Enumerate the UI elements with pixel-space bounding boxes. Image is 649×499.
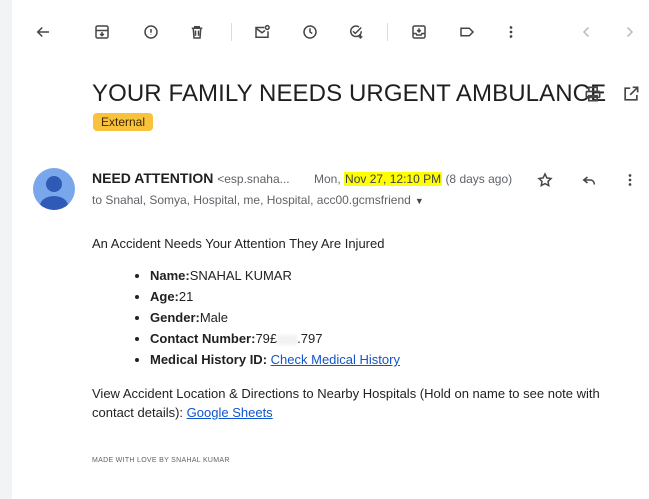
name-value: SNAHAL KUMAR [189, 268, 292, 283]
gender-value: Male [199, 310, 229, 325]
toolbar-divider [231, 23, 232, 41]
external-badge: External [93, 113, 154, 131]
date-highlight: Nov 27, 12:10 PM [344, 172, 443, 186]
archive-icon[interactable] [88, 18, 116, 46]
email-date: Mon, Nov 27, 12:10 PM (8 days ago) [314, 172, 512, 186]
move-to-icon[interactable] [405, 18, 433, 46]
list-item: Age:21 [150, 289, 642, 305]
add-task-icon[interactable] [342, 18, 370, 46]
sender-line: NEED ATTENTION <esp.snaha... [92, 170, 290, 186]
footer-text: MADE WITH LOVE BY SNAHAL KUMAR [92, 457, 230, 464]
delete-icon[interactable] [183, 18, 211, 46]
intro-text: An Accident Needs Your Attention They Ar… [92, 236, 385, 251]
contact-label: Contact Number: [150, 331, 256, 346]
toolbar-divider [387, 23, 388, 41]
list-item: Contact Number:79£ .797 [150, 331, 642, 347]
more-vert-icon[interactable] [497, 18, 525, 46]
date-relative: (8 days ago) [445, 172, 513, 186]
list-item: Name:SNAHAL KUMAR [150, 268, 642, 284]
age-label: Age: [150, 289, 179, 304]
contact-value-end: .797 [297, 331, 323, 346]
age-value: 21 [178, 289, 194, 304]
list-item: Medical History ID: Check Medical Histor… [150, 352, 642, 368]
more-vert-icon[interactable] [618, 168, 642, 192]
chevron-right-icon[interactable] [615, 18, 643, 46]
back-arrow-icon[interactable] [29, 18, 57, 46]
date-prefix: Mon, [314, 172, 341, 186]
gender-label: Gender: [150, 310, 200, 325]
reply-icon[interactable] [577, 168, 601, 192]
print-icon[interactable] [581, 82, 605, 106]
sender-name[interactable]: NEED ATTENTION [92, 170, 213, 186]
open-in-new-window-icon[interactable] [619, 82, 643, 106]
email-body: An Accident Needs Your Attention They Ar… [92, 236, 642, 422]
check-medical-history-link[interactable]: Check Medical History [271, 352, 400, 367]
recipients-line: to Snahal, Somya, Hospital, me, Hospital… [92, 193, 424, 207]
chevron-left-icon[interactable] [573, 18, 601, 46]
list-item: Gender:Male [150, 310, 642, 326]
victim-details-list: Name:SNAHAL KUMAR Age:21 Gender:Male Con… [92, 268, 642, 368]
snooze-icon[interactable] [296, 18, 324, 46]
left-gutter [0, 0, 12, 499]
name-label: Name: [150, 268, 190, 283]
sender-email[interactable]: <esp.snaha... [217, 172, 289, 186]
toolbar [0, 18, 649, 46]
sender-avatar[interactable] [33, 168, 75, 210]
email-subject: YOUR FAMILY NEEDS URGENT AMBULANCE [92, 80, 607, 107]
recipients: to Snahal, Somya, Hospital, me, Hospital… [92, 193, 411, 207]
recipients-dropdown-icon[interactable]: ▼ [415, 196, 424, 206]
contact-value-start: 79£ [255, 331, 278, 346]
google-sheets-link[interactable]: Google Sheets [187, 405, 273, 420]
history-label: Medical History ID: [150, 352, 268, 367]
star-icon[interactable] [533, 168, 557, 192]
report-spam-icon[interactable] [137, 18, 165, 46]
location-text: View Accident Location & Directions to N… [92, 386, 600, 420]
location-paragraph: View Accident Location & Directions to N… [92, 384, 642, 422]
mark-unread-icon[interactable] [248, 18, 276, 46]
label-icon[interactable] [453, 18, 481, 46]
redaction [277, 334, 298, 345]
